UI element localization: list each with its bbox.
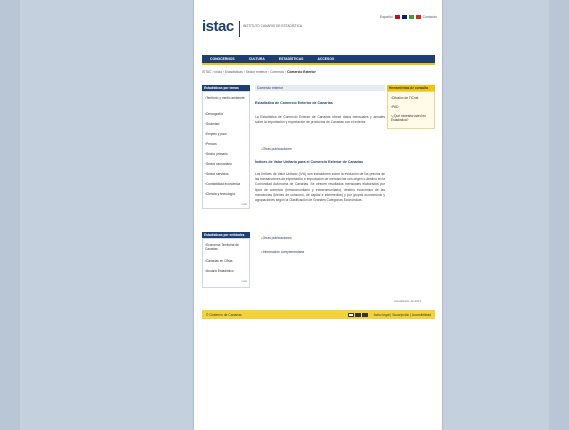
- last-updated: Actualizado 12-2012: [394, 299, 422, 303]
- flag-en-icon[interactable]: [401, 15, 407, 19]
- footer-copyright[interactable]: © Gobierno de Canarias: [206, 313, 242, 317]
- nav-accent-rule: [202, 63, 435, 65]
- section-title: Estadística de Comercio Exterior de Cana…: [255, 101, 333, 105]
- page-footer: © Gobierno de Canarias Aviso legal | Sus…: [202, 310, 435, 319]
- more-entities-link[interactable]: más: [241, 279, 247, 283]
- tool-item[interactable]: PAD: [391, 105, 433, 109]
- w3c-badge-icon[interactable]: [347, 312, 354, 317]
- publications-link[interactable]: Otras publicaciones: [261, 236, 292, 240]
- nav-accesos[interactable]: Accesos: [317, 57, 334, 61]
- sidebar-item[interactable]: Economía Territorial de Canarias: [205, 243, 248, 251]
- publications-link[interactable]: Otras publicaciones: [261, 147, 292, 151]
- sidebar-item[interactable]: Demografía: [205, 112, 248, 116]
- flag-fr-icon[interactable]: [415, 15, 421, 19]
- nav-conocernos[interactable]: Conocernos: [210, 57, 235, 61]
- sidebar-item[interactable]: Sector servicios: [205, 172, 248, 176]
- sidebar-item[interactable]: Ciencia y tecnología: [205, 192, 248, 196]
- breadcrumb: ISTAC › Inicio › Estadísticas › Sector e…: [202, 70, 316, 74]
- footer-links[interactable]: Aviso legal | Suscripción | Accesibilida…: [374, 313, 431, 317]
- footer-badges: [347, 312, 368, 317]
- section-title: Índices de Valor Unitario para el Comerc…: [255, 160, 364, 164]
- entities-list: Economía Territorial de Canarias Canaria…: [202, 238, 250, 288]
- complementary-info-link[interactable]: Información complementaria: [261, 250, 305, 254]
- istac-logo[interactable]: istac: [202, 18, 234, 35]
- tool-item[interactable]: ¿Qué necesita usted en Estadística?: [391, 114, 433, 122]
- more-themes-link[interactable]: más: [241, 202, 247, 206]
- sidebar-item[interactable]: Sector primario: [205, 152, 248, 156]
- section-text: La Estadística de Comercio Exterior de C…: [255, 115, 385, 125]
- institute-name: INSTITUTO CANARIO DE ESTADÍSTICA: [243, 24, 303, 28]
- sidebar-item[interactable]: Contabilidad económica: [205, 182, 248, 186]
- breadcrumb-trail[interactable]: ISTAC › Inicio › Estadísticas › Sector e…: [202, 70, 286, 74]
- logo-divider: [239, 21, 240, 37]
- nav-cultura[interactable]: Cultura: [249, 57, 265, 61]
- sidebar-item[interactable]: Territorio y medio ambiente: [205, 96, 248, 100]
- viewport-frame: istac INSTITUTO CANARIO DE ESTADÍSTICA E…: [20, 0, 549, 430]
- section-header: Comercio exterior: [255, 85, 385, 91]
- flag-de-icon[interactable]: [408, 15, 414, 19]
- contact-link[interactable]: Contacto: [423, 15, 437, 19]
- sidebar-item[interactable]: Sector secundario: [205, 162, 248, 166]
- section-text: Los Índices de Valor Unitario (IVU) son …: [255, 172, 385, 203]
- sidebar-item[interactable]: Canarias en Cifras: [205, 259, 248, 263]
- web-page: istac INSTITUTO CANARIO DE ESTADÍSTICA E…: [194, 0, 442, 430]
- breadcrumb-current: Comercio Exterior: [287, 70, 316, 74]
- wai-badge-icon[interactable]: [361, 312, 368, 317]
- sidebar-item[interactable]: Precios: [205, 142, 248, 146]
- tools-list: Difusión de TICnet PAD ¿Qué necesita ust…: [387, 91, 435, 129]
- language-bar: Español Contacto: [380, 15, 437, 19]
- sidebar-item[interactable]: Anuario Estadístico: [205, 269, 248, 273]
- main-navigation: Conocernos Cultura Estadísticas Accesos: [202, 55, 435, 63]
- w3c-badge-icon[interactable]: [354, 312, 361, 317]
- language-link[interactable]: Español: [380, 15, 393, 19]
- sidebar-item[interactable]: Sociedad: [205, 122, 248, 126]
- nav-estadisticas[interactable]: Estadísticas: [279, 57, 304, 61]
- tool-item[interactable]: Difusión de TICnet: [391, 96, 433, 100]
- flag-es-icon[interactable]: [394, 15, 400, 19]
- sidebar-item[interactable]: Empleo y paro: [205, 132, 248, 136]
- themes-list: Territorio y medio ambiente Demografía S…: [202, 91, 250, 209]
